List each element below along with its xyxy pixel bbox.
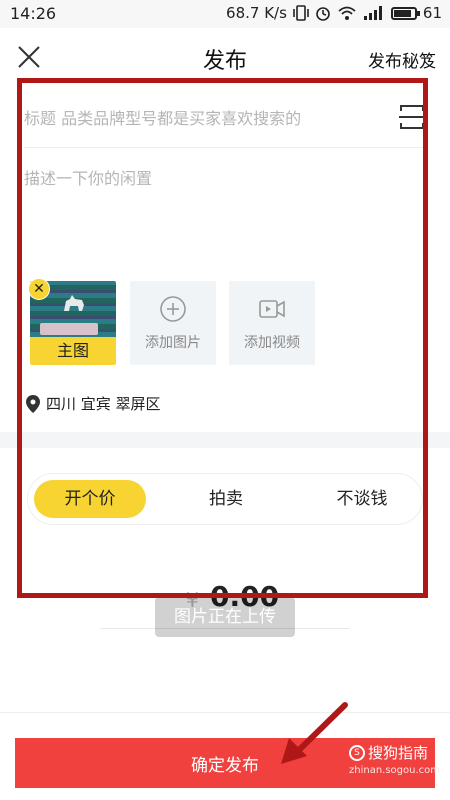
location-pin-icon bbox=[26, 394, 40, 413]
app-header: 发布 发布秘笈 bbox=[0, 28, 450, 86]
battery-level: 61 bbox=[422, 4, 442, 22]
price-mode-offer[interactable]: 开个价 bbox=[34, 480, 146, 518]
thumbnail-sign bbox=[40, 323, 98, 335]
alarm-icon bbox=[316, 7, 330, 21]
add-video-label: 添加视频 bbox=[244, 335, 300, 351]
section-separator bbox=[0, 432, 450, 448]
price-mode-selector: 开个价 拍卖 不谈钱 bbox=[27, 473, 423, 525]
location-text: 四川 宜宾 翠屏区 bbox=[46, 395, 161, 413]
dog-logo-icon bbox=[64, 295, 84, 311]
description-input[interactable] bbox=[24, 165, 424, 245]
watermark-brand: 搜狗指南 bbox=[368, 744, 429, 762]
vibrate-icon bbox=[293, 5, 309, 21]
add-video-button[interactable]: 添加视频 bbox=[229, 281, 315, 365]
price-mode-auction[interactable]: 拍卖 bbox=[170, 480, 282, 518]
divider bbox=[0, 712, 450, 713]
upload-toast: 图片正在上传 bbox=[155, 597, 295, 637]
location-row[interactable]: 四川 宜宾 翠屏区 bbox=[26, 393, 161, 414]
status-time: 14:26 bbox=[10, 4, 57, 23]
scan-icon[interactable] bbox=[398, 103, 426, 131]
divider bbox=[24, 147, 426, 148]
publish-tips-link[interactable]: 发布秘笈 bbox=[368, 47, 436, 72]
network-speed: 68.7 K/s bbox=[226, 4, 287, 22]
sogou-watermark: S 搜狗指南 zhinan.sogou.com bbox=[349, 742, 441, 778]
battery-icon bbox=[390, 6, 420, 20]
title-input[interactable] bbox=[24, 100, 374, 136]
main-image-label: 主图 bbox=[30, 337, 116, 365]
remove-image-button[interactable]: ✕ bbox=[28, 278, 50, 300]
watermark-url: zhinan.sogou.com bbox=[349, 765, 441, 776]
add-image-label: 添加图片 bbox=[145, 335, 201, 351]
sogou-logo-icon: S bbox=[349, 744, 365, 761]
video-camera-icon bbox=[259, 300, 285, 318]
wifi-icon bbox=[338, 6, 356, 20]
status-icons: 68.7 K/s 61 bbox=[226, 4, 442, 22]
price-mode-free[interactable]: 不谈钱 bbox=[306, 480, 418, 518]
status-bar: 14:26 68.7 K/s 61 bbox=[0, 0, 450, 28]
signal-icon bbox=[363, 6, 382, 20]
add-image-button[interactable]: 添加图片 bbox=[130, 281, 216, 365]
plus-circle-icon bbox=[160, 296, 186, 322]
